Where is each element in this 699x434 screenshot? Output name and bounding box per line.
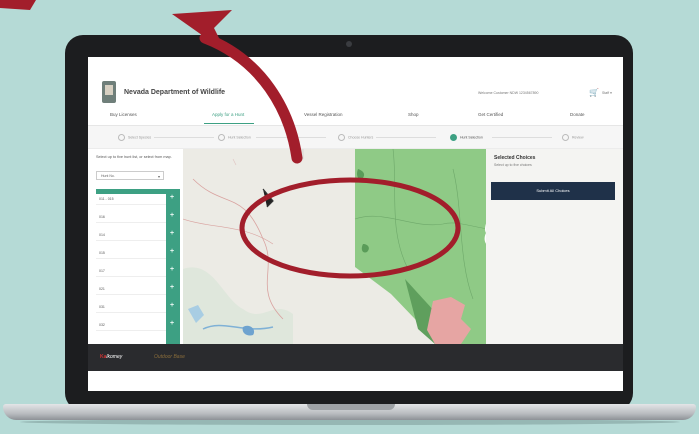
main-nav: Buy Licenses Apply for a Hunt Vessel Reg… <box>88 107 623 126</box>
browser-top-strip <box>88 57 623 73</box>
hunt-sort-select[interactable]: Hunt No. <box>96 171 164 181</box>
account-welcome: Welcome Customer NDW 1234567890 <box>478 91 539 95</box>
step-dot-icon <box>118 134 125 141</box>
add-choice-column: + + + + + + + + <box>166 194 180 344</box>
step-progress: Select Species Hunt Selection Choose Hun… <box>88 126 623 149</box>
account-menu[interactable]: Staff ▾ <box>602 91 612 95</box>
webcam <box>346 41 352 47</box>
site-header: Nevada Department of Wildlife Welcome Cu… <box>88 73 623 107</box>
add-plus-icon[interactable]: + <box>170 266 174 273</box>
panel-subtitle: Select up to five choices <box>494 163 532 167</box>
add-plus-icon[interactable]: + <box>170 302 174 309</box>
step-dot-icon <box>562 134 569 141</box>
add-plus-icon[interactable]: + <box>170 194 174 201</box>
hunt-sidebar: Select up to five hunt list, or select f… <box>88 149 183 344</box>
nav-buy-licenses[interactable]: Buy Licenses <box>110 112 137 117</box>
step-item[interactable]: Review <box>562 134 583 141</box>
nav-apply-hunt[interactable]: Apply for a Hunt <box>212 112 244 117</box>
step-dot-icon <box>450 134 457 141</box>
step-dot-icon <box>338 134 345 141</box>
nav-active-underline <box>204 123 254 124</box>
step-dot-icon <box>218 134 225 141</box>
step-item[interactable]: Select Species <box>118 134 151 141</box>
step-connector <box>154 137 214 138</box>
hunt-unit-row[interactable]: 021 <box>96 284 166 295</box>
step-item[interactable]: Hunt Selection <box>218 134 251 141</box>
footer-logo[interactable]: Kalkomey <box>100 354 122 360</box>
add-plus-icon[interactable]: + <box>170 284 174 291</box>
hunt-unit-row[interactable]: 016 <box>96 212 166 223</box>
hunt-unit-row[interactable]: 032 <box>96 320 166 331</box>
add-plus-icon[interactable]: + <box>170 320 174 327</box>
nav-get-certified[interactable]: Get Certified <box>478 112 503 117</box>
nevada-logo-icon[interactable] <box>102 81 116 103</box>
annotation-corner-stroke <box>0 0 36 10</box>
nav-donate[interactable]: Donate <box>570 112 585 117</box>
step-connector <box>376 137 436 138</box>
selected-choices-panel: Selected Choices Select up to five choic… <box>486 149 623 344</box>
footer-tagline: Outdoor Base <box>154 354 185 360</box>
add-plus-icon[interactable]: + <box>170 230 174 237</box>
screen-bottom-strip <box>88 371 623 391</box>
site-brand[interactable]: Nevada Department of Wildlife <box>124 89 225 96</box>
add-plus-icon[interactable]: + <box>170 248 174 255</box>
step-item-current[interactable]: Hunt Selection <box>450 134 483 141</box>
panel-title: Selected Choices <box>494 155 536 161</box>
hunt-unit-row[interactable]: 015 <box>96 248 166 259</box>
submit-all-choices-button[interactable]: Submit All Choices <box>491 182 615 200</box>
laptop-notch <box>307 404 395 410</box>
site-footer: Kalkomey Outdoor Base <box>88 344 623 371</box>
hunt-unit-row[interactable]: 014 <box>96 230 166 241</box>
laptop-screen: Nevada Department of Wildlife Welcome Cu… <box>88 57 623 391</box>
step-connector <box>492 137 552 138</box>
step-item[interactable]: Choose Hunters <box>338 134 373 141</box>
hunt-unit-row[interactable]: 011 - 015 <box>96 194 166 205</box>
step-connector <box>256 137 326 138</box>
cart-icon[interactable]: 🛒 <box>589 88 599 97</box>
nav-vessel-registration[interactable]: Vessel Registration <box>304 112 343 117</box>
hunt-unit-row[interactable]: 031 <box>96 302 166 313</box>
sidebar-instructions: Select up to five hunt list, or select f… <box>96 155 172 159</box>
add-plus-icon[interactable]: + <box>170 212 174 219</box>
hunt-unit-row[interactable]: 017 <box>96 266 166 277</box>
nav-shop[interactable]: Shop <box>408 112 419 117</box>
